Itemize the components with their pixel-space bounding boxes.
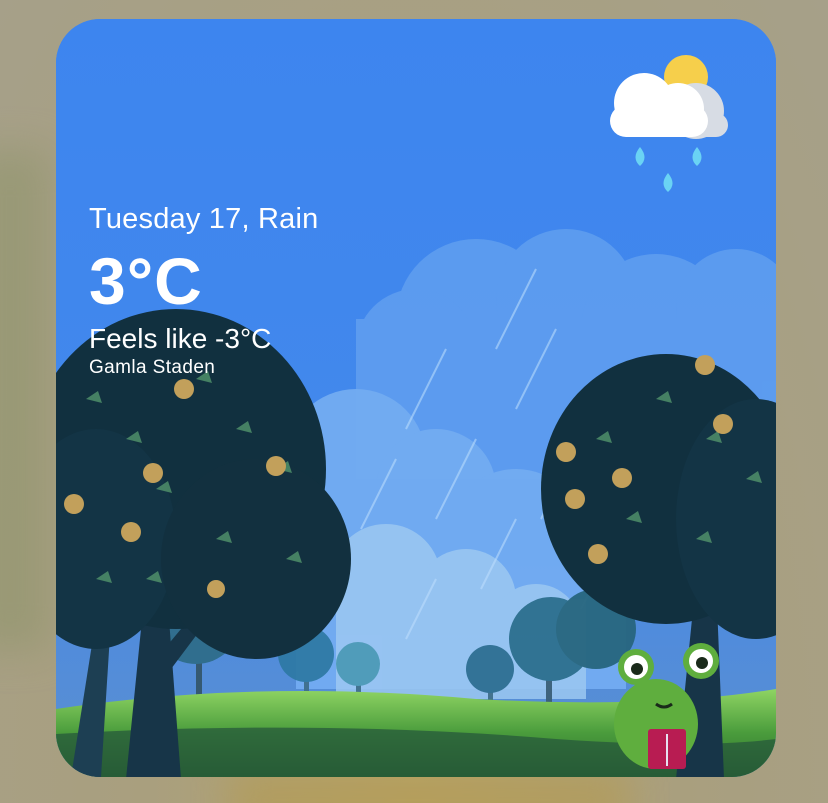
feels-like-text: Feels like -3°C [89, 323, 272, 354]
date-condition-text: Tuesday 17, Rain [89, 203, 319, 235]
weather-info: Tuesday 17, Rain 3°C Feels like -3°C Gam… [89, 202, 318, 379]
background-blur-left [0, 150, 50, 650]
weather-widget[interactable]: Tuesday 17, Rain 3°C Feels like -3°C Gam… [56, 19, 776, 777]
location-text: Gamla Staden [89, 357, 216, 378]
temperature-text: 3°C [89, 244, 203, 318]
rain-partly-cloudy-icon [610, 55, 728, 192]
